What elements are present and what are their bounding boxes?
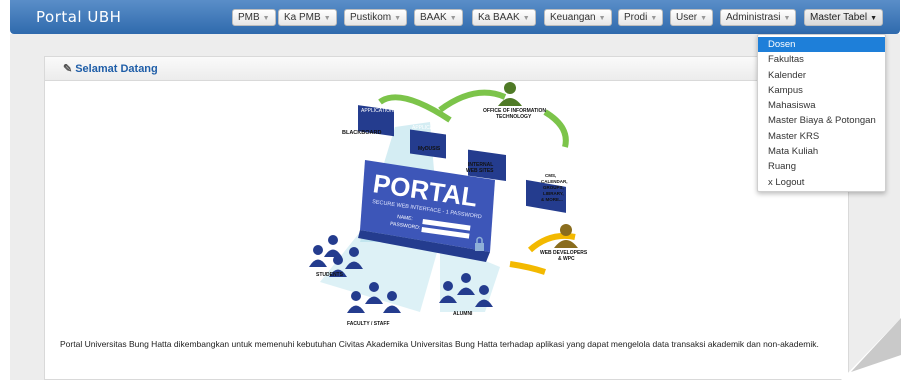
blackboard-label: BLACKBOARD <box>342 130 381 136</box>
chevron-down-icon: ▼ <box>650 15 658 22</box>
nav-pmb[interactable]: PMB ▼ <box>232 9 276 26</box>
chevron-down-icon: ▼ <box>700 15 708 22</box>
nav-user-label: User <box>676 12 698 23</box>
panel-title: Selamat Datang <box>75 63 158 75</box>
portal-illustration: APPLICATION BLACKBOARD APPLICATION MyDUS… <box>309 82 588 327</box>
chevron-down-icon: ▼ <box>783 15 791 22</box>
nav-administrasi-label: Administrasi <box>726 12 781 23</box>
oit-label-2: TECHNOLOGY <box>496 114 532 120</box>
application-box-2 <box>410 129 446 159</box>
alumni-label: ALUMNI <box>453 311 473 317</box>
panel-header: ✎ Selamat Datang <box>45 57 848 81</box>
cms-line-1: CMS, <box>545 173 556 178</box>
menu-item-master-krs[interactable]: Master KRS <box>758 129 885 144</box>
intro-text: Portal Universitas Bung Hatta dikembangk… <box>60 339 819 349</box>
nav-prodi[interactable]: Prodi ▼ <box>618 9 664 26</box>
chevron-down-icon: ▼ <box>870 15 878 22</box>
chevron-down-icon: ▼ <box>262 15 270 22</box>
nav-baak[interactable]: BAAK ▼ <box>414 9 463 26</box>
nav-ka-pmb[interactable]: Ka PMB ▼ <box>278 9 337 26</box>
cms-line-2: CALENDAR, <box>541 179 568 184</box>
nav-pustikom[interactable]: Pustikom ▼ <box>344 9 408 26</box>
webdev-label-2: & WPC <box>558 256 575 262</box>
menu-item-logout[interactable]: x Logout <box>758 175 885 190</box>
edit-icon: ✎ <box>63 63 73 75</box>
mydusis-label: MyDUSIS <box>418 146 441 152</box>
menu-item-mahasiswa[interactable]: Mahasiswa <box>758 98 885 113</box>
nav-pustikom-label: Pustikom <box>350 12 392 23</box>
cms-line-3: GROUPS, <box>543 185 564 190</box>
web-pages-label: WEB PAGES <box>471 138 501 144</box>
menu-item-dosen[interactable]: Dosen <box>758 37 885 53</box>
cms-line-5: & MORE... <box>541 197 563 202</box>
nav-prodi-label: Prodi <box>624 12 648 23</box>
nav-keuangan[interactable]: Keuangan ▼ <box>544 9 612 26</box>
chevron-down-icon: ▼ <box>323 15 331 22</box>
master-tabel-dropdown: Dosen Fakultas Kalender Kampus Mahasiswa… <box>757 34 886 192</box>
menu-item-fakultas[interactable]: Fakultas <box>758 52 885 67</box>
nav-master-tabel[interactable]: Master Tabel ▼ <box>804 9 884 26</box>
menu-item-kalender[interactable]: Kalender <box>758 68 885 83</box>
menu-item-kampus[interactable]: Kampus <box>758 83 885 98</box>
menu-item-master-biaya[interactable]: Master Biaya & Potongan <box>758 113 885 128</box>
nav-keuangan-label: Keuangan <box>550 12 596 23</box>
nav-baak-label: BAAK <box>420 12 447 23</box>
internal-label-2: WEB SITES <box>466 168 494 174</box>
nav-pmb-label: PMB <box>238 12 260 23</box>
menu-item-mata-kuliah[interactable]: Mata Kuliah <box>758 144 885 159</box>
nav-administrasi[interactable]: Administrasi ▼ <box>720 9 797 26</box>
menu-item-ruang[interactable]: Ruang <box>758 159 885 174</box>
students-label: STUDENTS <box>316 272 344 278</box>
chevron-down-icon: ▼ <box>394 15 402 22</box>
top-navbar: Portal UBH PMB ▼ Ka PMB ▼ Pustikom ▼ BAAK ▼ … <box>10 0 900 34</box>
brand-title[interactable]: Portal UBH <box>36 8 121 26</box>
chevron-down-icon: ▼ <box>522 15 530 22</box>
chevron-down-icon: ▼ <box>449 15 457 22</box>
cms-line-4: LIBRARY, <box>543 191 564 196</box>
faculty-label: FACULTY / STAFF <box>347 321 390 327</box>
app-label-1: APPLICATION <box>361 108 394 114</box>
app-label-2: APPLICATION <box>412 125 445 131</box>
nav-ka-baak[interactable]: Ka BAAK ▼ <box>472 9 536 26</box>
nav-user[interactable]: User ▼ <box>670 9 714 26</box>
chevron-down-icon: ▼ <box>598 15 606 22</box>
other-label-2: SYSTEMS <box>532 160 557 166</box>
page-curl-decoration <box>841 318 901 380</box>
nav-master-tabel-label: Master Tabel <box>810 12 868 23</box>
nav-ka-baak-label: Ka BAAK <box>478 12 520 23</box>
nav-ka-pmb-label: Ka PMB <box>284 12 321 23</box>
